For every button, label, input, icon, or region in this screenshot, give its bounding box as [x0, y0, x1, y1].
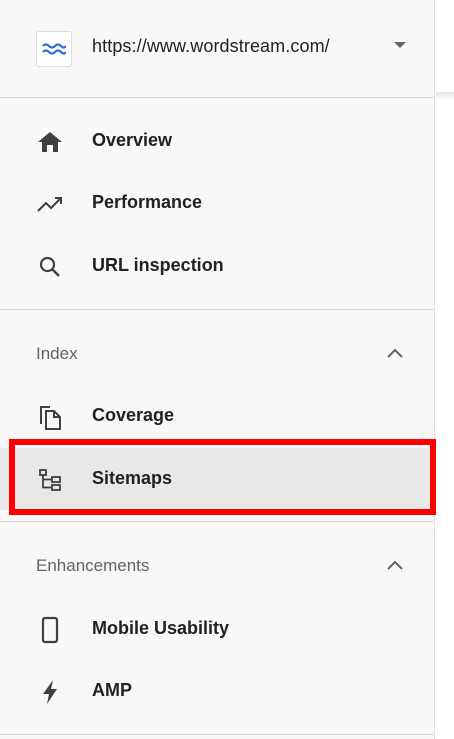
property-selector[interactable]: https://www.wordstream.com/ [0, 0, 434, 98]
nav-item-label: Mobile Usability [92, 618, 230, 638]
property-url: https://www.wordstream.com/ [92, 36, 330, 56]
caret-down-icon[interactable] [394, 42, 406, 48]
section-divider [0, 309, 434, 310]
nav-item-amp[interactable]: AMP [0, 660, 434, 722]
nav-item-coverage[interactable]: Coverage [0, 385, 434, 447]
nav-item-performance[interactable]: Performance [0, 172, 434, 234]
sitemaps-highlight-box [9, 439, 436, 515]
index-section-header[interactable]: Index [0, 330, 434, 380]
chevron-up-icon[interactable] [385, 556, 405, 576]
index-section-title: Index [36, 344, 78, 363]
nav-item-overview[interactable]: Overview [0, 110, 434, 172]
smartphone-icon [36, 616, 64, 644]
chevron-up-icon[interactable] [385, 344, 405, 364]
nav-item-mobile-usability[interactable]: Mobile Usability [0, 598, 434, 660]
nav-item-label: URL inspection [92, 255, 224, 275]
search-icon [36, 253, 64, 281]
enhancements-section-header[interactable]: Enhancements [0, 542, 434, 592]
copy-icon [36, 403, 64, 431]
section-divider [0, 734, 434, 735]
side-navigation: https://www.wordstream.com/ Overview Per… [0, 0, 435, 739]
nav-item-label: AMP [92, 680, 132, 700]
nav-item-label: Coverage [92, 405, 175, 425]
trending-up-icon [36, 190, 64, 218]
nav-item-url-inspection[interactable]: URL inspection [0, 235, 434, 297]
nav-item-label: Overview [92, 130, 173, 150]
section-divider [0, 521, 434, 522]
nav-item-label: Performance [92, 192, 203, 212]
content-shadow [436, 92, 454, 100]
bolt-icon [36, 678, 64, 706]
wordstream-logo-icon [36, 31, 72, 67]
enhancements-section-title: Enhancements [36, 556, 150, 575]
home-icon [36, 128, 64, 156]
